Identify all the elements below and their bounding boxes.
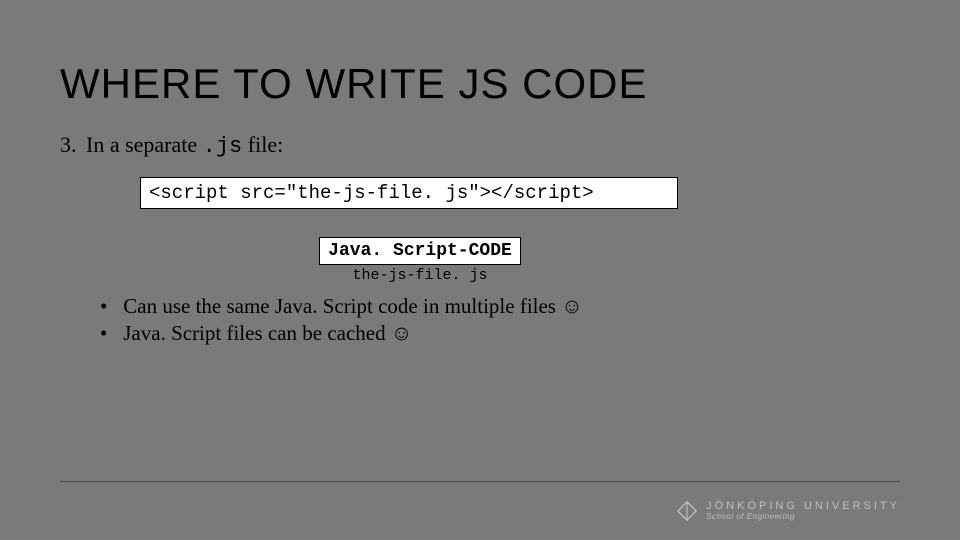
item-mono: .js [203,134,243,159]
bullet-text: Java. Script files can be cached [123,321,391,345]
bullet-text: Can use the same Java. Script code in mu… [123,294,561,318]
js-code-label-box: Java. Script-CODE [319,237,521,265]
item-suffix: file: [242,132,283,157]
bullet-item: • Java. Script files can be cached ☺ [100,321,900,346]
smiley-icon: ☺ [391,322,412,345]
bullet-marker: • [100,321,118,346]
numbered-item: 3. In a separate .js file: [60,132,900,159]
item-prefix: In a separate [86,132,203,157]
code-snippet-box: <script src="the-js-file. js"></script> [140,177,678,209]
bullet-list: • Can use the same Java. Script code in … [60,294,900,346]
bullet-item: • Can use the same Java. Script code in … [100,294,900,319]
university-logo: JÖNKÖPING UNIVERSITY School of Engineeri… [676,500,900,522]
filename-caption: the-js-file. js [0,267,840,284]
logo-sub-text: School of Engineering [706,513,900,521]
logo-main-text: JÖNKÖPING UNIVERSITY [706,501,900,513]
item-text: In a separate .js file: [86,132,283,159]
smiley-icon: ☺ [561,295,582,318]
bullet-marker: • [100,294,118,319]
slide-title: WHERE TO WRITE JS CODE [60,60,900,108]
footer-divider [60,481,900,482]
item-number: 3. [60,132,86,158]
logo-mark-icon [676,500,698,522]
